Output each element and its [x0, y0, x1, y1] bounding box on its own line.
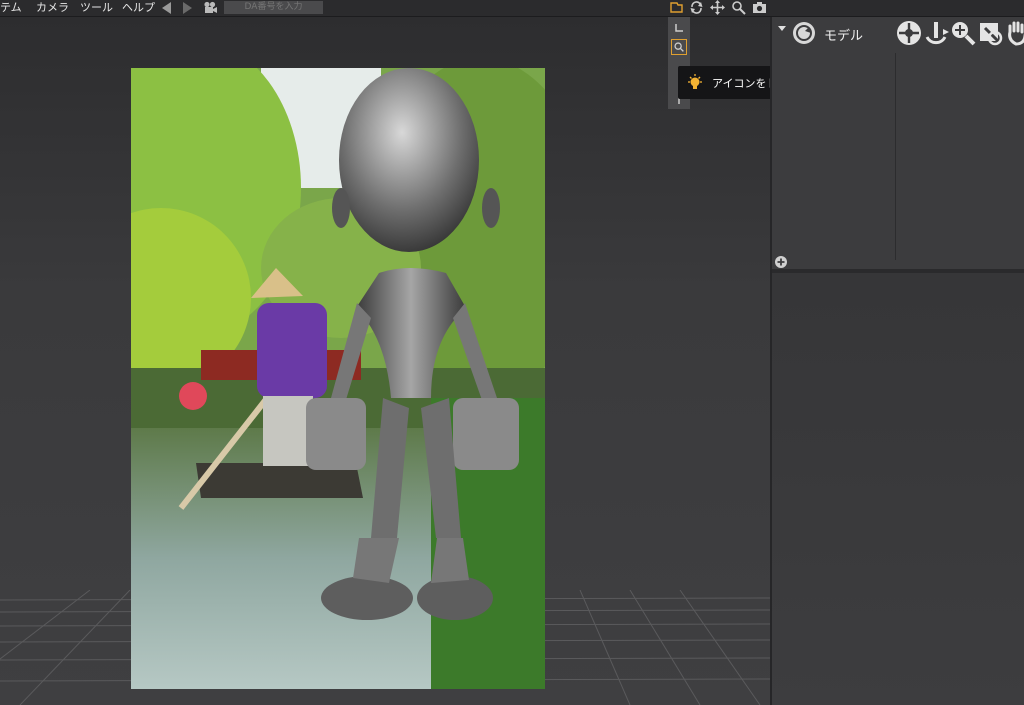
chevron-down-icon[interactable] — [778, 26, 786, 31]
model-label: モデル — [824, 29, 864, 44]
right-panel: モデル — [770, 17, 1024, 705]
zoom-model-icon[interactable] — [950, 20, 976, 46]
corner-icon[interactable] — [671, 20, 687, 36]
hand-icon[interactable] — [1004, 20, 1024, 46]
menu-item-system[interactable]: テム — [0, 0, 22, 16]
background-image-icon[interactable] — [669, 0, 684, 15]
panel-divider-vertical — [895, 53, 896, 260]
zoom-icon[interactable] — [731, 0, 746, 15]
arrow-right-icon[interactable] — [183, 2, 192, 14]
menu-item-tools[interactable]: ツール — [80, 0, 113, 16]
reset-view-icon[interactable] — [977, 20, 1003, 46]
property-panel — [772, 273, 1024, 705]
da-number-input[interactable] — [224, 1, 323, 14]
video-camera-icon[interactable] — [203, 1, 217, 14]
lightbulb-icon — [688, 74, 702, 89]
menu-bar: テム カメラ ツール ヘルプ — [0, 0, 1024, 17]
menu-item-camera[interactable]: カメラ — [36, 0, 69, 16]
3d-viewport[interactable] — [0, 17, 770, 705]
add-icon[interactable] — [774, 255, 788, 269]
rotate-icon[interactable] — [689, 0, 704, 15]
arrow-left-icon[interactable] — [162, 2, 171, 14]
camera-icon[interactable] — [752, 0, 767, 15]
model-refresh-icon[interactable] — [792, 21, 816, 45]
move-icon[interactable] — [710, 0, 725, 15]
center-icon[interactable] — [896, 20, 922, 46]
menu-item-help[interactable]: ヘルプ — [122, 0, 155, 16]
rotate-model-icon[interactable] — [923, 20, 949, 46]
zoom-background-icon[interactable] — [671, 39, 687, 55]
model-panel: モデル — [772, 17, 1024, 269]
background-photo — [131, 68, 545, 689]
